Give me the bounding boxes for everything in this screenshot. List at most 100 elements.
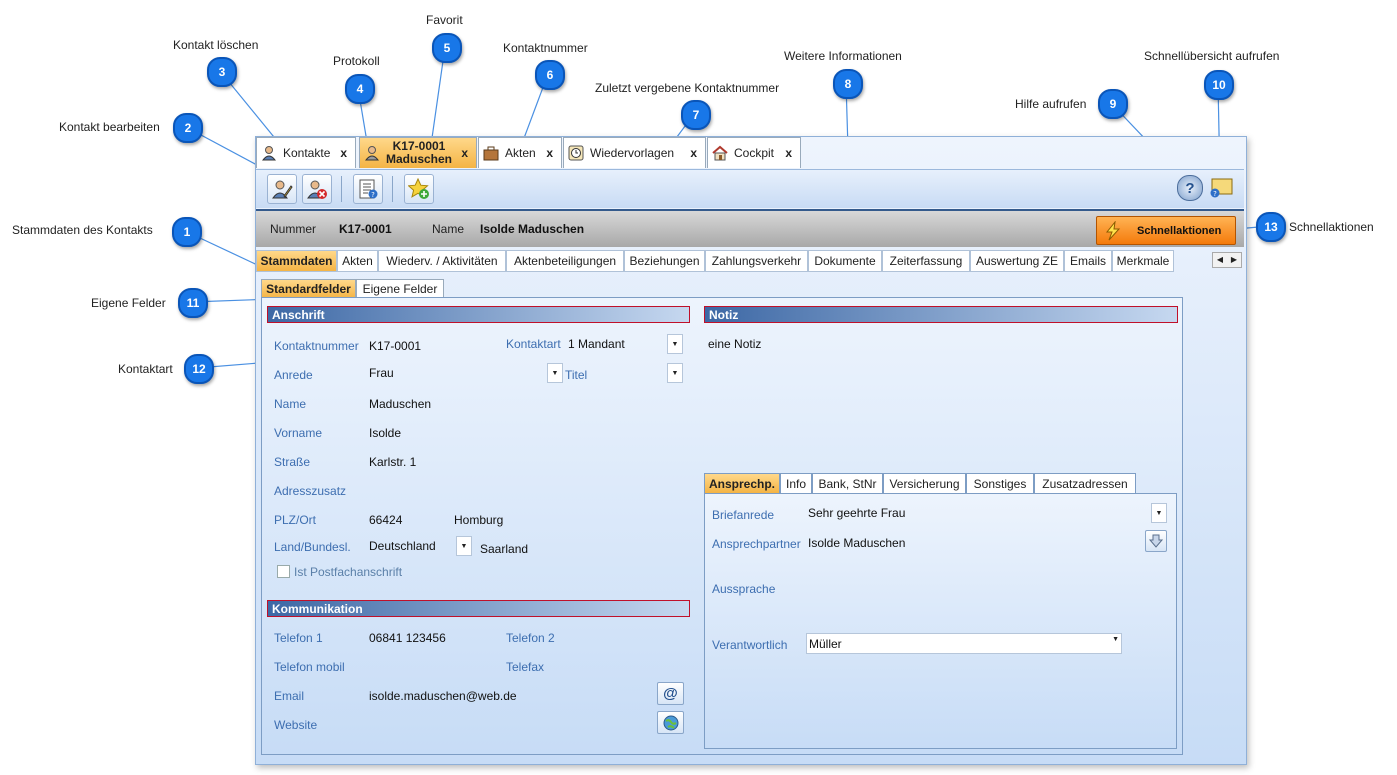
doc-tab-kontakte[interactable]: Kontakte x	[256, 137, 356, 168]
doc-tab-cockpit[interactable]: Cockpit x	[707, 137, 801, 168]
doc-tab-akten[interactable]: Akten x	[478, 137, 562, 168]
titel-dropdown[interactable]: ▼	[667, 363, 683, 383]
close-icon[interactable]: x	[546, 146, 553, 160]
name-field-value[interactable]: Maduschen	[369, 397, 431, 411]
name-field-label: Name	[274, 397, 307, 411]
open-website-button[interactable]	[657, 711, 684, 734]
verantwortlich-select[interactable]: Müller ▼	[806, 633, 1122, 654]
home-icon	[712, 145, 728, 161]
tab-sonstiges[interactable]: Sonstiges	[966, 473, 1034, 494]
land-value[interactable]: Deutschland	[369, 539, 436, 553]
name-label: Name	[432, 222, 465, 236]
app-window: Kontakte x K17-0001 Maduschen x Akten x …	[255, 136, 1247, 765]
person-tabs: Ansprechp. Info Bank, StNr Versicherung …	[704, 473, 1178, 494]
close-icon[interactable]: x	[461, 146, 468, 160]
telefon1-value[interactable]: 06841 123456	[369, 631, 446, 645]
tab-beziehungen[interactable]: Beziehungen	[624, 250, 705, 272]
strasse-value[interactable]: Karlstr. 1	[369, 455, 416, 469]
help-icon: ?	[1185, 179, 1195, 197]
section-anschrift: Anschrift	[267, 306, 690, 323]
tab-versicherung[interactable]: Versicherung	[883, 473, 966, 494]
telefon1-label: Telefon 1	[274, 631, 323, 645]
tab-ansprechpartner[interactable]: Ansprechp.	[704, 473, 780, 494]
svg-text:?: ?	[1213, 190, 1217, 198]
kontaktart-dropdown[interactable]: ▼	[667, 334, 683, 354]
nummer-label: Nummer	[270, 222, 317, 236]
email-value[interactable]: isolde.maduschen@web.de	[369, 689, 517, 703]
quick-actions-button[interactable]: Schnellaktionen	[1096, 216, 1236, 245]
copy-down-button[interactable]	[1145, 530, 1167, 552]
chevron-down-icon: ▼	[671, 369, 679, 377]
name-value: Isolde Maduschen	[480, 222, 585, 236]
anrede-value[interactable]: Frau	[369, 366, 394, 380]
plz-value[interactable]: 66424	[369, 513, 402, 527]
annotation-label-10: Schnellübersicht aufrufen	[1144, 49, 1280, 63]
annotation-badge-4: 4	[345, 74, 375, 104]
help-button[interactable]: ?	[1177, 175, 1203, 201]
ansprechpartner-panel: Briefanrede Sehr geehrte Frau ▼ Ansprech…	[704, 493, 1177, 749]
tab-emails[interactable]: Emails	[1064, 250, 1112, 272]
subtab-eigene-felder[interactable]: Eigene Felder	[356, 279, 444, 299]
ansprechpartner-value[interactable]: Isolde Maduschen	[808, 536, 905, 550]
doc-tab-wiedervorlagen[interactable]: Wiedervorlagen x	[563, 137, 706, 168]
kontaktnummer-label: Kontaktnummer	[274, 339, 359, 353]
tab-zeiterfassung[interactable]: Zeiterfassung	[882, 250, 970, 272]
annotation-badge-13: 13	[1256, 212, 1286, 242]
quick-overview-button[interactable]: ?	[1209, 178, 1233, 198]
send-email-button[interactable]: @	[657, 682, 684, 705]
email-label: Email	[274, 689, 305, 703]
tab-zahlungsverkehr[interactable]: Zahlungsverkehr	[705, 250, 808, 272]
notiz-text[interactable]: eine Notiz	[708, 337, 761, 351]
tab-auswertung-ze[interactable]: Auswertung ZE	[970, 250, 1064, 272]
ort-value[interactable]: Homburg	[454, 513, 503, 527]
edit-contact-button[interactable]	[267, 174, 297, 204]
tab-stammdaten[interactable]: Stammdaten	[256, 250, 337, 272]
favorite-button[interactable]	[404, 174, 434, 204]
contact-icon	[364, 146, 380, 161]
delete-contact-button[interactable]	[302, 174, 332, 204]
doc-tab-contact-active[interactable]: K17-0001 Maduschen x	[359, 137, 477, 168]
close-icon[interactable]: x	[785, 146, 792, 160]
arrow-left-icon[interactable]: ◀	[1213, 253, 1227, 267]
titel-label: Titel	[565, 368, 588, 382]
annotation-badge-7: 7	[681, 100, 711, 130]
subtab-standardfelder[interactable]: Standardfelder	[261, 279, 356, 299]
briefanrede-value[interactable]: Sehr geehrte Frau	[808, 506, 905, 520]
vorname-label: Vorname	[274, 426, 323, 440]
tab-akten[interactable]: Akten	[337, 250, 378, 272]
bundesland-value[interactable]: Saarland	[480, 542, 528, 556]
contact-header: Nummer K17-0001 Name Isolde Maduschen Sc…	[256, 209, 1244, 247]
doc-tab-label: Akten	[505, 146, 536, 160]
tab-merkmale[interactable]: Merkmale	[1112, 250, 1174, 272]
annotation-badge-9: 9	[1098, 89, 1128, 119]
anrede-dropdown[interactable]: ▼	[547, 363, 563, 383]
tab-bank[interactable]: Bank, StNr	[812, 473, 883, 494]
delete-contact-icon	[307, 180, 327, 199]
tab-zusatzadressen[interactable]: Zusatzadressen	[1034, 473, 1136, 494]
tab-info[interactable]: Info	[780, 473, 812, 494]
tab-scroll-arrows[interactable]: ◀ ▶	[1212, 252, 1242, 268]
tab-aktenbeteiligungen[interactable]: Aktenbeteiligungen	[506, 250, 624, 272]
briefanrede-dropdown[interactable]: ▼	[1151, 503, 1167, 523]
annotation-label-3: Kontakt löschen	[173, 38, 259, 52]
close-icon[interactable]: x	[690, 146, 697, 160]
protocol-button[interactable]: ?	[353, 174, 383, 204]
briefanrede-label: Briefanrede	[712, 508, 775, 522]
chevron-down-icon: ▼	[1155, 509, 1163, 517]
tab-wiedervorlagen[interactable]: Wiederv. / Aktivitäten	[378, 250, 506, 272]
vorname-value[interactable]: Isolde	[369, 426, 401, 440]
annotation-label-5: Favorit	[426, 13, 463, 27]
close-icon[interactable]: x	[340, 146, 347, 160]
website-label: Website	[274, 718, 318, 732]
tab-dokumente[interactable]: Dokumente	[808, 250, 882, 272]
arrow-right-icon[interactable]: ▶	[1227, 253, 1241, 267]
land-dropdown[interactable]: ▼	[456, 536, 472, 556]
aussprache-label: Aussprache	[712, 582, 776, 596]
stammdaten-content: Standardfelder Eigene Felder Anschrift K…	[256, 271, 1244, 763]
annotation-label-8: Weitere Informationen	[784, 49, 902, 63]
doc-tab-line2: Maduschen	[386, 152, 453, 166]
annotation-label-1: Stammdaten des Kontakts	[12, 223, 153, 237]
verantwortlich-label: Verantwortlich	[712, 638, 788, 652]
postfach-checkbox[interactable]	[277, 565, 290, 578]
kontaktart-value[interactable]: 1 Mandant	[568, 337, 625, 351]
